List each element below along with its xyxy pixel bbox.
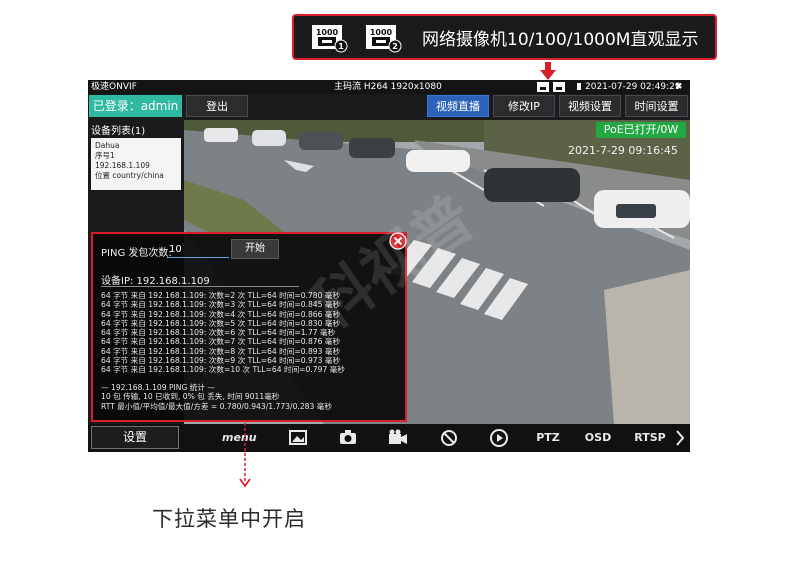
play-icon[interactable] bbox=[489, 428, 509, 448]
ping-statistics: — 192.168.1.109 PING 统计 — 10 包 传输, 10 已收… bbox=[101, 383, 401, 411]
callout-text: 网络摄像机10/100/1000M直观显示 bbox=[422, 30, 699, 50]
ethernet-port-1-icon: 1000 1 bbox=[312, 25, 348, 53]
device-brand: Dahua bbox=[95, 141, 120, 150]
settings-button[interactable]: 设置 bbox=[91, 426, 179, 449]
ping-stats-rtt: RTT 最小值/平均值/最大值/方差 = 0.780/0.943/1.773/0… bbox=[101, 401, 332, 411]
video-record-icon[interactable] bbox=[388, 428, 408, 448]
device-ip: 192.168.1.109 bbox=[95, 161, 150, 170]
logout-button[interactable]: 登出 bbox=[186, 95, 248, 117]
status-bar: 极速ONVIF 主码流 H264 1920x1080 2021-07-29 02… bbox=[88, 80, 690, 94]
caption-text: 下拉菜单中开启 bbox=[152, 507, 306, 531]
app-close-icon[interactable]: ✖ bbox=[675, 80, 683, 94]
tab-time-settings[interactable]: 时间设置 bbox=[625, 95, 688, 117]
mute-icon[interactable] bbox=[440, 428, 458, 448]
ping-result-line: 64 字节 来自 192.168.1.109: 次数=3 次 TLL=64 时间… bbox=[101, 300, 341, 310]
svg-text:1000: 1000 bbox=[316, 28, 339, 37]
status-datetime: 2021-07-29 02:49:29 bbox=[585, 82, 681, 92]
camera-icon[interactable] bbox=[339, 428, 357, 448]
ping-result-list: 64 字节 来自 192.168.1.109: 次数=2 次 TLL=64 时间… bbox=[101, 291, 401, 375]
osd-timestamp: 2021-7-29 09:16:45 bbox=[568, 144, 678, 157]
callout-arrow-icon bbox=[540, 62, 556, 80]
ping-result-line: 64 字节 来自 192.168.1.109: 次数=7 次 TLL=64 时间… bbox=[101, 337, 341, 347]
ping-stats-header: — 192.168.1.109 PING 统计 — bbox=[101, 383, 215, 392]
stream-info: 主码流 H264 1920x1080 bbox=[334, 82, 442, 92]
device-list-item[interactable]: Dahua 序号1 192.168.1.109 位置 country/china bbox=[91, 138, 181, 190]
ping-result-line: 64 字节 来自 192.168.1.109: 次数=10 次 TLL=64 时… bbox=[101, 365, 345, 375]
network-ports-icon bbox=[537, 82, 565, 92]
ping-result-line: 64 字节 来自 192.168.1.109: 次数=5 次 TLL=64 时间… bbox=[101, 318, 341, 328]
ethernet-port-2-icon: 1000 2 bbox=[366, 25, 402, 53]
poe-status-badge: PoE已打开/0W bbox=[596, 122, 686, 138]
device-serial: 序号1 bbox=[95, 151, 115, 160]
battery-icon bbox=[577, 83, 581, 90]
svg-text:1000: 1000 bbox=[370, 28, 393, 37]
tab-live-video[interactable]: 视频直播 bbox=[427, 95, 489, 117]
rtsp-icon[interactable]: RTSP bbox=[634, 428, 666, 448]
app-name: 极速ONVIF bbox=[91, 82, 137, 92]
login-status: 已登录：admin bbox=[89, 95, 182, 117]
image-icon[interactable] bbox=[289, 428, 307, 448]
ip-underline bbox=[101, 286, 299, 287]
ping-device-ip: 设备IP: 192.168.1.109 bbox=[101, 276, 210, 287]
top-toolbar: 已登录：admin 登出 视频直播 修改IP 视频设置 时间设置 bbox=[88, 94, 690, 120]
tab-video-settings[interactable]: 视频设置 bbox=[559, 95, 621, 117]
ping-count-label: PING 发包次数: bbox=[101, 248, 172, 259]
ping-result-line: 64 字节 来自 192.168.1.109: 次数=4 次 TLL=64 时间… bbox=[101, 309, 341, 319]
osd-icon[interactable]: OSD bbox=[584, 428, 612, 448]
port-speed-callout: 1000 1 1000 2 网络摄像机10/100/1000M直观显示 bbox=[292, 14, 717, 60]
ping-stats-summary: 10 包 传输, 10 已收到, 0% 包 丢失, 时间 9011毫秒 bbox=[101, 392, 280, 402]
ping-count-input[interactable] bbox=[167, 241, 229, 258]
ping-start-button[interactable]: 开始 bbox=[231, 239, 279, 259]
ping-dialog: PING 发包次数: 开始 设备IP: 192.168.1.109 64 字节 … bbox=[91, 232, 407, 422]
svg-text:2: 2 bbox=[392, 42, 398, 51]
ping-result-line: 64 字节 来自 192.168.1.109: 次数=9 次 TLL=64 时间… bbox=[101, 356, 341, 366]
device-location: 位置 country/china bbox=[95, 171, 164, 180]
close-icon[interactable] bbox=[389, 232, 407, 250]
dropdown-arrow-icon bbox=[239, 423, 251, 488]
device-list-title: 设备列表(1) bbox=[91, 126, 146, 137]
ping-result-line: 64 字节 来自 192.168.1.109: 次数=2 次 TLL=64 时间… bbox=[101, 291, 341, 300]
svg-text:1: 1 bbox=[338, 42, 344, 51]
next-icon[interactable] bbox=[674, 428, 686, 448]
tab-modify-ip[interactable]: 修改IP bbox=[493, 95, 555, 117]
bottom-toolbar: 设置 menu PTZ OSD RTSP bbox=[88, 424, 690, 452]
ptz-icon[interactable]: PTZ bbox=[534, 428, 562, 448]
ping-result-line: 64 字节 来自 192.168.1.109: 次数=8 次 TLL=64 时间… bbox=[101, 346, 341, 356]
